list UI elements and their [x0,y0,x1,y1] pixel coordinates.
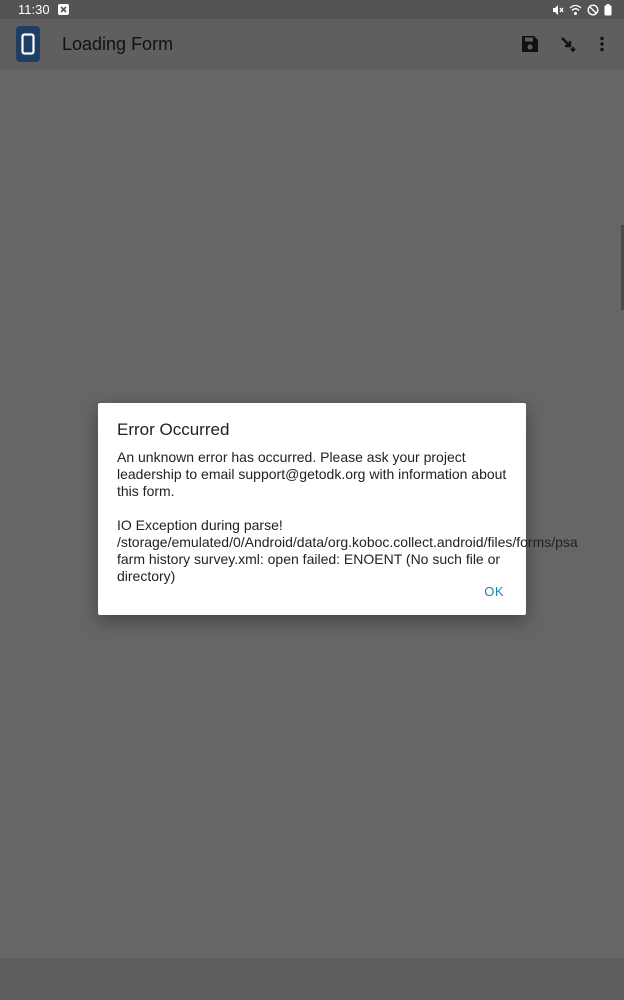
ok-button[interactable]: OK [484,584,504,599]
more-vert-icon [600,36,604,52]
app-bar: Loading Form [0,19,624,70]
status-left: 11:30 [18,2,69,17]
page-title: Loading Form [62,34,174,54]
notification-icon [57,4,69,15]
battery-icon [604,3,612,15]
wifi-icon [569,4,582,15]
dialog-message: An unknown error has occurred. Please as… [117,449,578,584]
goto-icon [561,37,576,52]
goto-button[interactable] [556,32,580,56]
dialog-title: Error Occurred [117,420,230,439]
save-button[interactable] [518,32,542,56]
bottom-bar [0,958,624,1000]
status-right [552,3,612,16]
mute-icon [553,4,564,15]
more-options-button[interactable] [590,32,614,56]
save-icon [522,36,538,52]
do-not-disturb-icon [587,3,599,16]
app-logo-icon [16,26,40,62]
error-dialog: Error Occurred An unknown error has occu… [98,403,578,615]
status-time: 11:30 [18,2,50,17]
status-bar: 11:30 [0,0,624,19]
